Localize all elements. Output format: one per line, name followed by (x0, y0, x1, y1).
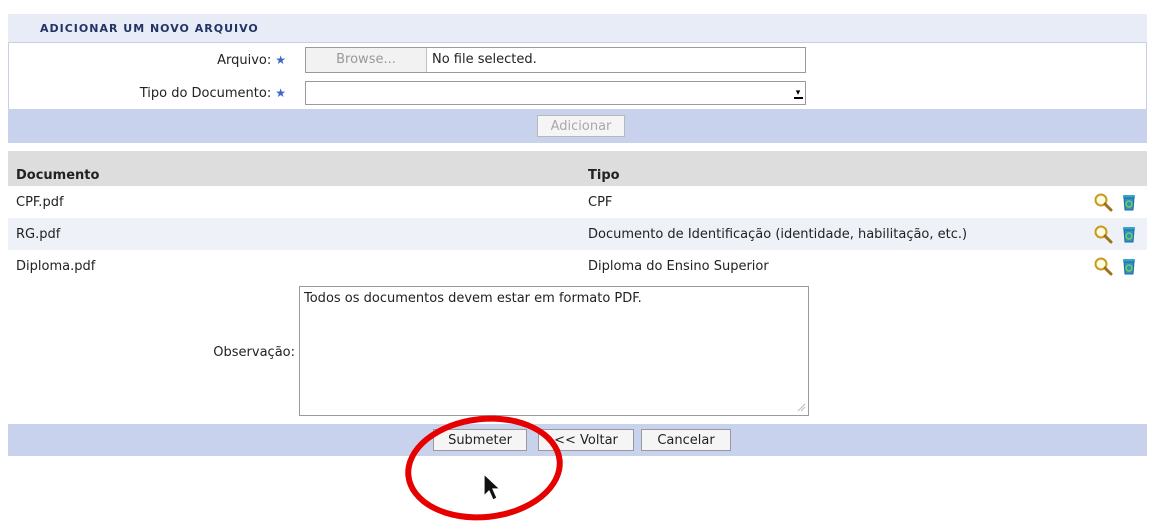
column-header-documento: Documento (8, 151, 588, 186)
tipo-documento-select[interactable]: ▾ (305, 81, 806, 105)
browse-button[interactable]: Browse... (306, 48, 427, 72)
arquivo-row: Arquivo: ★ Browse... No file selected. (9, 43, 1146, 79)
actions-cell (1067, 186, 1147, 218)
tipo-cell: Diploma do Ensino Superior (588, 258, 769, 274)
table-row: CPF.pdf CPF (8, 186, 1147, 218)
required-star-icon: ★ (275, 53, 286, 67)
column-header-actions (1067, 151, 1147, 186)
dropdown-arrow-icon[interactable]: ▾ (793, 86, 803, 100)
observacao-row: Observação: Todos os documentos devem es… (8, 282, 1147, 424)
documento-cell: Diploma.pdf (16, 258, 96, 274)
documents-table: Documento Tipo CPF.pdf CPF RG.pdf Docume… (8, 151, 1147, 282)
magnifier-icon[interactable] (1093, 192, 1113, 212)
resize-grip-icon[interactable] (796, 402, 806, 412)
documento-cell: RG.pdf (8, 218, 588, 250)
submeter-button[interactable]: Submeter (433, 429, 527, 451)
file-input[interactable]: Browse... No file selected. (305, 47, 806, 73)
actions-cell (1067, 218, 1147, 250)
table-row: RG.pdf Documento de Identificação (ident… (8, 218, 1147, 250)
mouse-pointer-icon (483, 472, 502, 501)
recycle-bin-icon[interactable] (1119, 224, 1139, 244)
add-bar: Adicionar (8, 109, 1147, 143)
actions-cell (1067, 250, 1147, 282)
magnifier-icon[interactable] (1093, 256, 1113, 276)
observacao-textarea[interactable]: Todos os documentos devem estar em forma… (299, 286, 809, 416)
tipo-label-wrap: Tipo do Documento: ★ (140, 86, 286, 101)
table-header-row: Documento Tipo (8, 151, 1147, 186)
documento-cell: CPF.pdf (16, 194, 64, 210)
upload-form-panel: ADICIONAR UM NOVO ARQUIVO Arquivo: ★ Brow… (8, 14, 1147, 456)
actions-bar: Submeter << Voltar Cancelar (8, 424, 1147, 456)
arquivo-label: Arquivo: (217, 53, 272, 68)
recycle-bin-icon[interactable] (1119, 192, 1139, 212)
tipo-cell: CPF (588, 194, 613, 210)
column-header-tipo: Tipo (588, 151, 1067, 186)
tipo-row: Tipo do Documento: ★ ▾ (9, 79, 1146, 109)
adicionar-button[interactable]: Adicionar (537, 115, 625, 137)
form-caption: ADICIONAR UM NOVO ARQUIVO (8, 14, 1147, 43)
tipo-label: Tipo do Documento: (139, 86, 272, 101)
table-row: Diploma.pdf Diploma do Ensino Superior (8, 250, 1147, 282)
upload-fields: Arquivo: ★ Browse... No file selected. Ti… (8, 43, 1147, 109)
magnifier-icon[interactable] (1093, 224, 1113, 244)
recycle-bin-icon[interactable] (1119, 256, 1139, 276)
cancelar-button[interactable]: Cancelar (641, 429, 731, 451)
observacao-label: Observação: (213, 345, 295, 360)
tipo-cell: Documento de Identificação (identidade, … (588, 218, 1067, 250)
required-star-icon: ★ (275, 86, 286, 100)
voltar-button[interactable]: << Voltar (538, 429, 634, 451)
arquivo-label-wrap: Arquivo: ★ (217, 53, 286, 68)
file-status: No file selected. (432, 52, 537, 67)
